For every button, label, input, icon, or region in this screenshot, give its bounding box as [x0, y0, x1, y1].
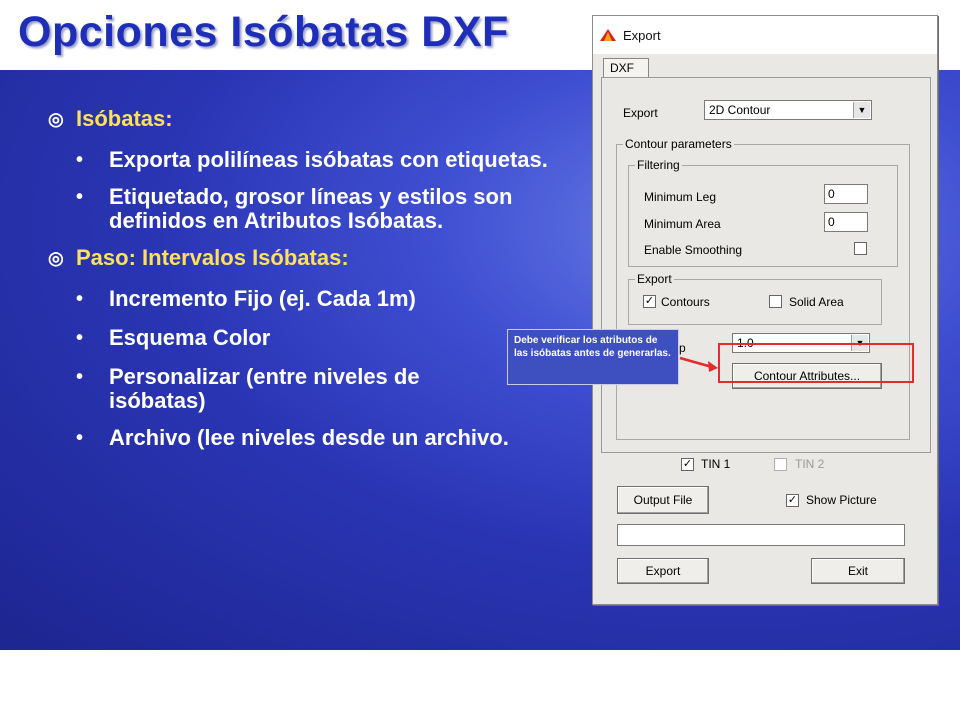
list-item: • Exporta polilíneas isóbatas con etique… — [76, 148, 568, 172]
export-type-label: Export — [623, 106, 658, 120]
export-dialog: Export DXF Export 2D Contour ▼ Contour p… — [592, 15, 938, 605]
callout-note: Debe verificar los atributos de las isób… — [507, 329, 679, 385]
export-button[interactable]: Export — [617, 558, 709, 584]
contour-parameters-group: Contour parameters Filtering Minimum Leg… — [616, 137, 910, 440]
contours-label: Contours — [661, 295, 710, 309]
arrow-right-icon — [679, 356, 718, 372]
list-item-text: Archivo (lee niveles desde un archivo. — [109, 425, 509, 450]
tin1-checkbox[interactable]: ✓ — [681, 458, 694, 471]
list-item: • Esquema Color — [76, 326, 568, 350]
app-logo-icon — [600, 29, 616, 41]
enable-smoothing-checkbox[interactable] — [854, 242, 867, 255]
enable-smoothing-label: Enable Smoothing — [644, 243, 743, 257]
bullet-dot-icon: • — [76, 366, 84, 388]
show-picture-label: Show Picture — [806, 493, 877, 507]
tin2-label: TIN 2 — [795, 457, 825, 471]
section-heading-isobatas: ◎ Isóbatas: — [48, 106, 568, 132]
minimum-area-input[interactable]: 0 — [824, 212, 868, 232]
tin1-label: TIN 1 — [701, 457, 731, 471]
tin2-checkbox — [774, 458, 787, 471]
list-item: • Incremento Fijo (ej. Cada 1m) — [76, 287, 568, 311]
dialog-title: Export — [623, 28, 661, 43]
list-item-text: Personalizar (entre niveles de isóbatas) — [109, 364, 420, 413]
list-item-text: Incremento Fijo (ej. Cada 1m) — [109, 286, 416, 311]
bullet-dot-icon: • — [76, 427, 84, 449]
group-label: Filtering — [635, 158, 682, 172]
export-type-value: 2D Contour — [709, 103, 771, 117]
minimum-area-label: Minimum Area — [644, 217, 721, 231]
group-label: Export — [635, 272, 674, 286]
contours-checkbox[interactable]: ✓ — [643, 295, 656, 308]
list-item: • Archivo (lee niveles desde un archivo. — [76, 426, 568, 450]
tab-panel: Export 2D Contour ▼ Contour parameters F… — [601, 77, 931, 453]
output-file-path-input[interactable] — [617, 524, 905, 546]
minimum-leg-label: Minimum Leg — [644, 190, 717, 204]
bullet-target-icon: ◎ — [48, 248, 64, 268]
chevron-down-icon[interactable]: ▼ — [853, 102, 870, 118]
list-item-text: Etiquetado, grosor líneas y estilos son … — [109, 184, 513, 233]
list-item-text: Exporta polilíneas isóbatas con etiqueta… — [109, 147, 548, 172]
highlight-box — [718, 343, 914, 383]
tab-dxf[interactable]: DXF — [603, 58, 649, 78]
solid-area-checkbox[interactable] — [769, 295, 782, 308]
bullet-dot-icon: • — [76, 327, 84, 349]
bullet-dot-icon: • — [76, 186, 84, 208]
dialog-titlebar: Export — [593, 16, 937, 54]
slide-title: Opciones Isóbatas DXF — [18, 8, 509, 56]
section-heading-paso: ◎ Paso: Intervalos Isóbatas: — [48, 245, 568, 271]
bullet-target-icon: ◎ — [48, 109, 64, 129]
export-type-select[interactable]: 2D Contour ▼ — [704, 100, 872, 120]
export-options-group: Export ✓ Contours Solid Area — [628, 272, 882, 325]
section-heading-text: Paso: Intervalos Isóbatas: — [76, 245, 349, 270]
output-file-button[interactable]: Output File — [617, 486, 709, 514]
minimum-leg-input[interactable]: 0 — [824, 184, 868, 204]
solid-area-label: Solid Area — [789, 295, 844, 309]
bullet-dot-icon: • — [76, 288, 84, 310]
bullet-dot-icon: • — [76, 149, 84, 171]
list-item: • Personalizar (entre niveles de isóbata… — [76, 365, 568, 413]
group-label: Contour parameters — [623, 137, 734, 151]
list-item: • Etiquetado, grosor líneas y estilos so… — [76, 185, 568, 233]
filtering-group: Filtering Minimum Leg 0 Minimum Area 0 E… — [628, 158, 898, 267]
section-heading-text: Isóbatas: — [76, 106, 173, 131]
list-item-text: Esquema Color — [109, 325, 271, 350]
exit-button[interactable]: Exit — [811, 558, 905, 584]
bullet-list: ◎ Isóbatas: • Exporta polilíneas isóbata… — [48, 106, 568, 450]
show-picture-checkbox[interactable]: ✓ — [786, 494, 799, 507]
